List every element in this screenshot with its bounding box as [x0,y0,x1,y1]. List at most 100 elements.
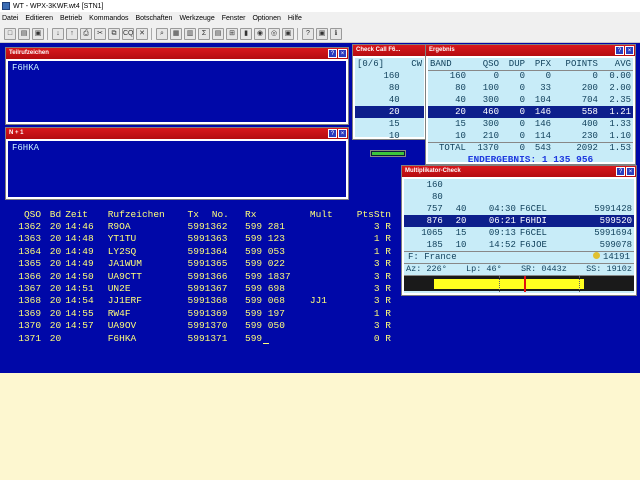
map-icon[interactable]: ⊞ [226,27,238,40]
search-icon[interactable]: ⌕ [156,27,168,40]
log-cell: 5991368 [187,295,228,307]
menu-datei[interactable]: Datei [2,15,18,22]
log-row[interactable]: 1367 20 14:51 UN2E 5991367 599 698 3 R [8,282,393,294]
azimuth-row: Az: 226° Lp: 46° SR: 0443z SS: 1910z [404,263,634,275]
info-icon[interactable]: ℹ [330,27,342,40]
copy-icon[interactable]: ⧉ [108,27,120,40]
help-icon[interactable]: ? [616,167,625,176]
log-row[interactable]: 1364 20 14:49 LY2SQ 5991364 599 053 1 R [8,245,393,257]
log-row[interactable]: 1368 20 14:54 JJ1ERF 5991368 599 068 JJ1 3 R [8,295,393,307]
menu-betrieb[interactable]: Betrieb [60,15,82,22]
radio-icon[interactable]: ◎ [268,27,280,40]
log-cell: 14:46 [65,221,94,233]
menu-hilfe[interactable]: Hilfe [288,15,302,22]
log-cell: 20 [49,270,62,282]
log-cell: UN2E [107,283,131,295]
help-icon[interactable]: ? [615,46,624,55]
log-row[interactable]: 1370 20 14:57 UA9OV 5991370 599 050 3 R [8,320,393,332]
ergebnis-row: 160 0 0 0 0 0.00 [428,70,633,82]
down-icon[interactable]: ↓ [52,27,64,40]
log-cell: 3 R [373,258,391,270]
multiplikator-window[interactable]: Multiplikator-Check ? × 160 80 757 40 04:30 F6… [401,165,637,296]
help-icon[interactable]: ? [328,49,337,58]
log-cell: 14:49 [65,258,94,270]
book-icon[interactable]: ▣ [316,27,328,40]
cq-icon[interactable]: CQ [122,27,134,40]
n1-window[interactable]: N + 1 ? × F6HKA [5,127,349,200]
ergebnis-cell: 0 [592,71,598,82]
log-cell [308,307,343,319]
grid-icon[interactable]: ▦ [170,27,182,40]
log-row[interactable]: 1362 20 14:46 R9OA 5991362 599 281 3 R [8,220,393,232]
close-icon[interactable]: × [338,49,347,58]
menu-optionen[interactable]: Optionen [252,15,280,22]
open-icon[interactable]: ▤ [18,27,30,40]
long-path: Lp: 46° [466,264,502,274]
text-cursor [263,342,270,344]
menu-fenster[interactable]: Fenster [222,15,246,22]
log-cell: 5991362 [187,221,228,233]
band-status [402,82,424,94]
band-label: 20 [388,107,400,117]
delete-icon[interactable]: ✕ [136,27,148,40]
multiplikator-body: 160 80 757 40 04:30 F6CEL 5991428 876 20 06:21 F6H… [404,179,634,293]
score-icon[interactable]: Σ [198,27,210,40]
log-row[interactable]: 1366 20 14:50 UA9CTT 5991366 599 1837 3 R [8,270,393,282]
log-row[interactable]: 1371 20 F6HKA 5991371 599 0 R [8,332,393,344]
cut-icon[interactable]: ✂ [94,27,106,40]
ergebnis-cell: 704 [581,95,598,105]
checkcall-window[interactable]: Check Call F6... [0/6] CW 160 80 40 20 15 10 [352,44,427,142]
log-row[interactable]: 1365 20 14:49 JA1WUM 5991365 599 022 3 R [8,258,393,270]
close-icon[interactable]: × [338,129,347,138]
grayline-bar [404,275,634,292]
print-icon[interactable]: ⎙ [80,27,92,40]
menu-botschaften[interactable]: Botschaften [135,15,172,22]
save-icon[interactable]: ▣ [32,27,44,40]
band-status [402,130,424,142]
ergebnis-cell: 543 [534,143,552,154]
log-row[interactable]: 1369 20 14:55 RW4F 5991369 599 197 1 R [8,307,393,319]
window-title: WT - WPX-3KWF.wt4 [STN1] [13,2,104,10]
box-icon[interactable]: ▣ [282,27,294,40]
toolbar-separator [297,27,299,40]
menu-werkzeuge[interactable]: Werkzeuge [179,15,214,22]
log-cell: 1365 [18,258,42,270]
column-header: DUP [508,58,525,69]
multiplikator-cell: F6CEL [519,228,547,238]
ergebnis-window[interactable]: Ergebnis ? × BAND QSO DUP PFX POINTS AVG 160 0 0 0… [425,44,636,165]
up-icon[interactable]: ↑ [66,27,78,40]
teilrufzeichen-window[interactable]: Teilrufzeichen ? × F6HKA [5,47,349,125]
log-row[interactable]: 1363 20 14:48 YT1TU 5991363 599 123 1 R [8,233,393,245]
log-column-header: PtsStn [356,208,391,220]
globe-icon[interactable]: ◉ [254,27,266,40]
menu-editieren[interactable]: Editieren [25,15,53,22]
menu-kommandos[interactable]: Kommandos [89,15,128,22]
log-cell [308,245,343,257]
ergebnis-cell: 1.21 [609,107,631,117]
multiplikator-row: 185 10 14:52 F6JOE 599078 [404,239,634,251]
close-icon[interactable]: × [626,167,635,176]
band-label: 40 [388,95,400,105]
new-icon[interactable]: □ [4,27,16,40]
ergebnis-cell: 200 [581,83,598,93]
chart-icon[interactable]: ▮ [240,27,252,40]
save2-icon[interactable]: ▤ [212,27,224,40]
multiplikator-cell: 15 [455,228,467,238]
multiplikator-cell [567,191,634,203]
band-label: 160 [383,71,400,81]
bandmap-icon[interactable]: ▥ [184,27,196,40]
sunrise: SR: 0443z [520,264,567,274]
column-header: BAND [430,58,452,69]
close-icon[interactable]: × [625,46,634,55]
country-count: 14191 [602,252,630,262]
log-cell: R9OA [107,221,131,233]
log-header: QSO Bd Zeit Rufzeichen Tx No. Rx Mult PtsStn [8,208,393,220]
ergebnis-row: 20 460 0 146 558 1.21 [428,106,633,118]
log-cell: 14:49 [65,245,94,257]
log-cell: 3 R [373,283,391,295]
log-cell [308,220,343,232]
log-cell: 1362 [18,221,42,233]
help-icon[interactable]: ? [302,27,314,40]
log-cell: 14:48 [65,233,94,245]
help-icon[interactable]: ? [328,129,337,138]
